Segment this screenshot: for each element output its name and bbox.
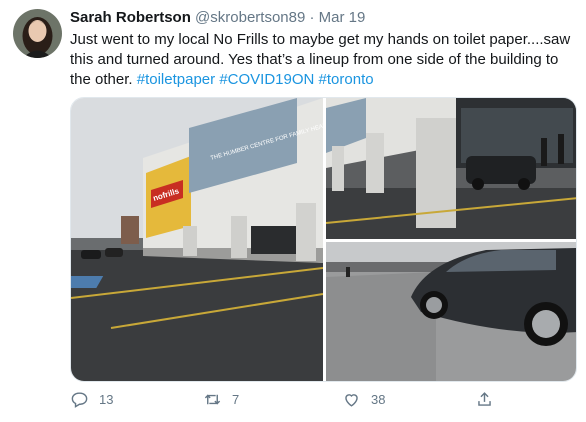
retweet-count: 7 (232, 392, 240, 407)
like-count: 38 (371, 392, 386, 407)
avatar-image (13, 9, 62, 58)
tweet-header: Sarah Robertson @skrobertson89 · Mar 19 (70, 9, 365, 26)
hashtag-toronto[interactable]: #toronto (319, 71, 374, 88)
author-name[interactable]: Sarah Robertson (70, 9, 191, 26)
share-button[interactable] (475, 390, 494, 409)
avatar[interactable] (13, 9, 62, 58)
action-bar: 13 7 38 (70, 390, 510, 414)
reply-icon (71, 392, 88, 408)
tweet: Sarah Robertson @skrobertson89 · Mar 19 … (0, 0, 586, 422)
tweet-text: Just went to my local No Frills to maybe… (70, 30, 575, 90)
reply-button[interactable]: 13 (70, 390, 113, 409)
reply-count: 13 (99, 392, 114, 407)
retweet-button[interactable]: 7 (203, 390, 239, 409)
like-button[interactable]: 38 (342, 390, 385, 409)
hashtag-covid19on[interactable]: #COVID19ON (219, 71, 314, 88)
photo-storefront[interactable]: nofrills THE HUMBER CENTRE FOR FAMILY HE… (71, 98, 323, 381)
hashtag-toiletpaper[interactable]: #toiletpaper (137, 71, 215, 88)
retweet-icon (204, 394, 221, 405)
author-handle[interactable]: @skrobertson89 (195, 9, 305, 26)
tweet-date[interactable]: Mar 19 (319, 9, 366, 26)
photo-car[interactable] (326, 242, 576, 381)
like-icon (345, 394, 358, 407)
photo-lineup[interactable] (326, 98, 576, 239)
share-icon (478, 392, 491, 406)
separator-dot: · (309, 9, 315, 26)
media-grid: nofrills THE HUMBER CENTRE FOR FAMILY HE… (70, 97, 577, 382)
